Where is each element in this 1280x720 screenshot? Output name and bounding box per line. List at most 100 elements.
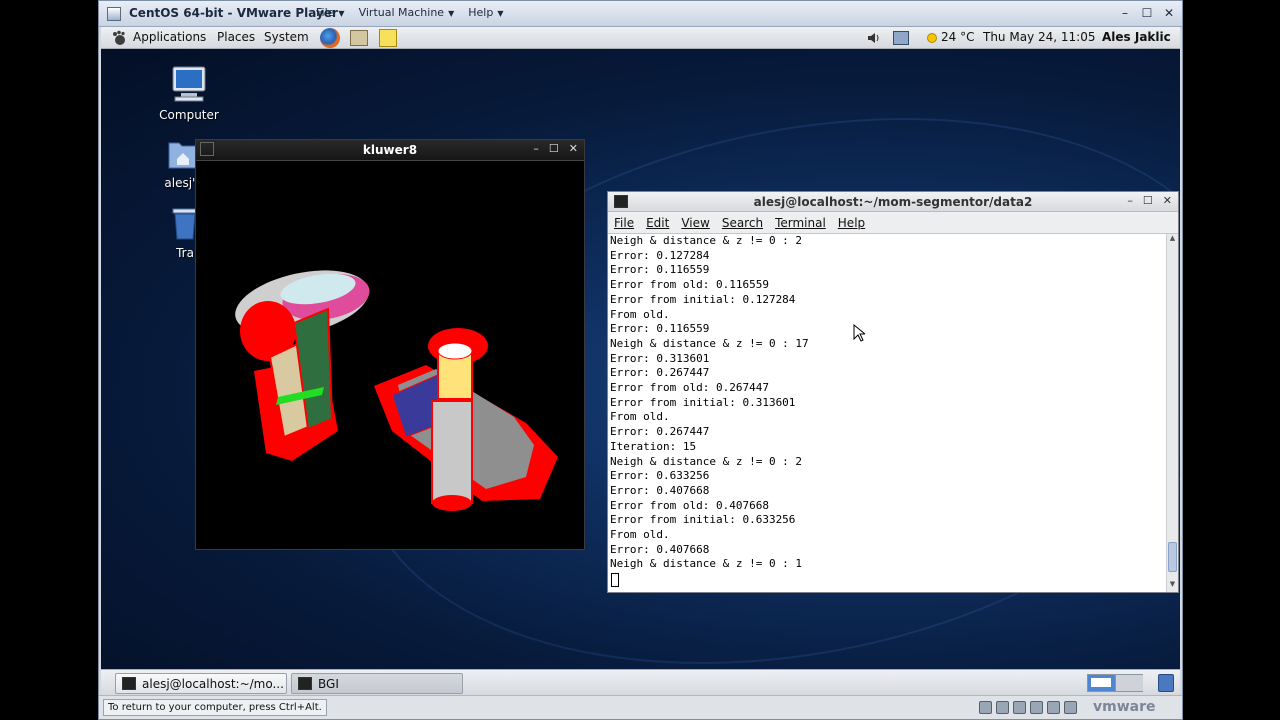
terminal-line: Error: 0.267447	[610, 425, 710, 439]
maximize-icon[interactable]: ☐	[549, 142, 559, 155]
gnome-bottom-panel: alesj@localhost:~/mo... BGI	[101, 669, 1180, 695]
terminal-output[interactable]: Neigh & distance & z != 0 : 2 Error: 0.12…	[608, 234, 1166, 592]
3d-render-canvas[interactable]	[196, 160, 584, 549]
terminal-menu-help[interactable]: Help	[838, 216, 865, 230]
terminal-line: Error from old: 0.267447	[610, 381, 769, 394]
vmware-statusbar: To return to your computer, press Ctrl+A…	[99, 695, 1182, 719]
cd-drive-icon[interactable]	[996, 701, 1009, 714]
close-icon[interactable]: ✕	[1160, 4, 1178, 22]
scrollbar-thumb[interactable]	[1168, 542, 1177, 572]
applications-menu[interactable]: Applications	[133, 30, 206, 44]
taskbar-item-label: BGI	[318, 677, 339, 691]
user-name[interactable]: Ales Jaklic	[1102, 30, 1171, 44]
vmware-menu-help[interactable]: Help ▼	[468, 6, 503, 19]
weather-temperature[interactable]: 24 °C	[941, 30, 974, 44]
gnome-top-panel: Applications Places System 24 °C Thu May…	[101, 27, 1180, 49]
kluwer8-title: kluwer8	[362, 143, 418, 157]
vmware-menubar: File ▼ Virtual Machine ▼ Help ▼	[316, 6, 503, 19]
taskbar-item-terminal[interactable]: alesj@localhost:~/mo...	[115, 673, 287, 694]
desktop-icon-label: Computer	[159, 108, 219, 122]
sound-card-icon[interactable]	[1064, 701, 1077, 714]
vmware-app-icon	[107, 7, 121, 21]
system-menu[interactable]: System	[264, 30, 309, 44]
terminal-scrollbar[interactable]: ▲ ▼	[1166, 234, 1178, 592]
workspace-2[interactable]	[1116, 675, 1143, 691]
terminal-line: Error from old: 0.407668	[610, 498, 769, 512]
hard-disk-icon[interactable]	[979, 701, 992, 714]
weather-icon	[927, 33, 937, 43]
terminal-menu-edit[interactable]: Edit	[646, 216, 669, 230]
terminal-window-controls: – ☐ ✕	[1127, 194, 1172, 207]
vmware-menu-vm-label: Virtual Machine	[358, 6, 445, 19]
vmware-logo: vmware	[1093, 699, 1156, 715]
places-menu[interactable]: Places	[217, 30, 255, 44]
network-adapter-icon[interactable]	[1030, 701, 1043, 714]
mail-icon[interactable]	[350, 30, 368, 46]
guest-screen[interactable]: Applications Places System 24 °C Thu May…	[101, 27, 1180, 695]
terminal-line: Error from initial: 0.127284	[610, 292, 796, 306]
scroll-up-icon[interactable]: ▲	[1167, 234, 1178, 246]
taskbar-item-label: alesj@localhost:~/mo...	[142, 677, 284, 691]
terminal-line: Error from initial: 0.313601	[610, 395, 796, 409]
gnome-foot-icon	[113, 30, 125, 45]
release-hint: To return to your computer, press Ctrl+A…	[103, 699, 327, 716]
usb-icon[interactable]	[1047, 701, 1060, 714]
terminal-line: Error from initial: 0.633256	[610, 513, 796, 527]
close-icon[interactable]: ✕	[1163, 194, 1172, 207]
terminal-menu-file[interactable]: File	[614, 216, 634, 230]
firefox-icon[interactable]	[320, 28, 340, 48]
taskbar-item-bgi[interactable]: BGI	[291, 673, 463, 694]
computer-icon	[172, 66, 206, 102]
desktop: Computer alesj's Tra kluwer8 – ☐ ✕ alesj…	[101, 49, 1180, 669]
terminal-titlebar[interactable]: alesj@localhost:~/mom-segmentor/data2 – …	[608, 192, 1178, 212]
workspace-1[interactable]	[1088, 675, 1116, 691]
terminal-menu-view[interactable]: View	[681, 216, 709, 230]
desktop-icon-computer[interactable]: Computer	[157, 65, 221, 122]
vmware-menu-help-label: Help	[468, 6, 494, 19]
terminal-line: Error: 0.267447	[610, 366, 710, 380]
terminal-line: Neigh & distance & z != 0 : 1	[610, 557, 803, 571]
terminal-line: Error: 0.116559	[610, 263, 710, 277]
terminal-line: Neigh & distance & z != 0 : 2	[610, 454, 803, 468]
mouse-pointer-icon	[853, 324, 865, 342]
terminal-icon	[122, 677, 136, 690]
workspace-switcher[interactable]	[1087, 674, 1143, 692]
terminal-menubar: File Edit View Search Terminal Help	[608, 212, 1178, 234]
floppy-icon[interactable]	[1013, 701, 1026, 714]
terminal-line: Neigh & distance & z != 0 : 2	[610, 234, 803, 247]
terminal-line: Error: 0.313601	[610, 351, 710, 365]
minimize-icon[interactable]: –	[1116, 4, 1134, 22]
vmware-window-controls: – ☐ ✕	[1116, 4, 1178, 22]
maximize-icon[interactable]: ☐	[1143, 194, 1153, 207]
volume-icon[interactable]	[867, 31, 881, 45]
terminal-line: Neigh & distance & z != 0 : 17	[610, 336, 809, 350]
scroll-down-icon[interactable]: ▼	[1167, 580, 1178, 592]
kluwer8-window[interactable]: kluwer8 – ☐ ✕	[195, 139, 585, 550]
terminal-line: Error: 0.127284	[610, 248, 710, 262]
terminal-window[interactable]: alesj@localhost:~/mom-segmentor/data2 – …	[607, 191, 1179, 593]
notes-icon[interactable]	[379, 29, 397, 47]
vmware-titlebar: CentOS 64-bit - VMware Player File ▼ Virt…	[99, 1, 1182, 27]
kluwer8-titlebar[interactable]: kluwer8 – ☐ ✕	[196, 140, 584, 160]
screen: CentOS 64-bit - VMware Player File ▼ Virt…	[0, 0, 1280, 720]
3d-wireframe-render	[235, 270, 558, 511]
minimize-icon[interactable]: –	[1127, 194, 1133, 207]
minimize-icon[interactable]: –	[533, 142, 539, 155]
network-icon[interactable]	[893, 31, 909, 45]
terminal-menu-terminal[interactable]: Terminal	[775, 216, 826, 230]
vmware-player-window: CentOS 64-bit - VMware Player File ▼ Virt…	[98, 0, 1183, 720]
terminal-menu-search[interactable]: Search	[722, 216, 763, 230]
maximize-icon[interactable]: ☐	[1138, 4, 1156, 22]
vmware-menu-virtual-machine[interactable]: Virtual Machine ▼	[359, 6, 455, 19]
kluwer8-window-controls: – ☐ ✕	[533, 142, 578, 155]
terminal-line: Error: 0.116559	[610, 322, 710, 336]
window-icon	[298, 677, 312, 690]
terminal-title: alesj@localhost:~/mom-segmentor/data2	[753, 195, 1033, 209]
close-icon[interactable]: ✕	[569, 142, 578, 155]
trash-icon[interactable]	[1158, 674, 1174, 692]
chevron-down-icon: ▼	[497, 9, 504, 18]
vmware-menu-file[interactable]: File ▼	[316, 6, 345, 19]
terminal-line: Error from old: 0.116559	[610, 278, 769, 292]
terminal-cursor	[611, 573, 619, 588]
clock[interactable]: Thu May 24, 11:05	[983, 30, 1095, 44]
